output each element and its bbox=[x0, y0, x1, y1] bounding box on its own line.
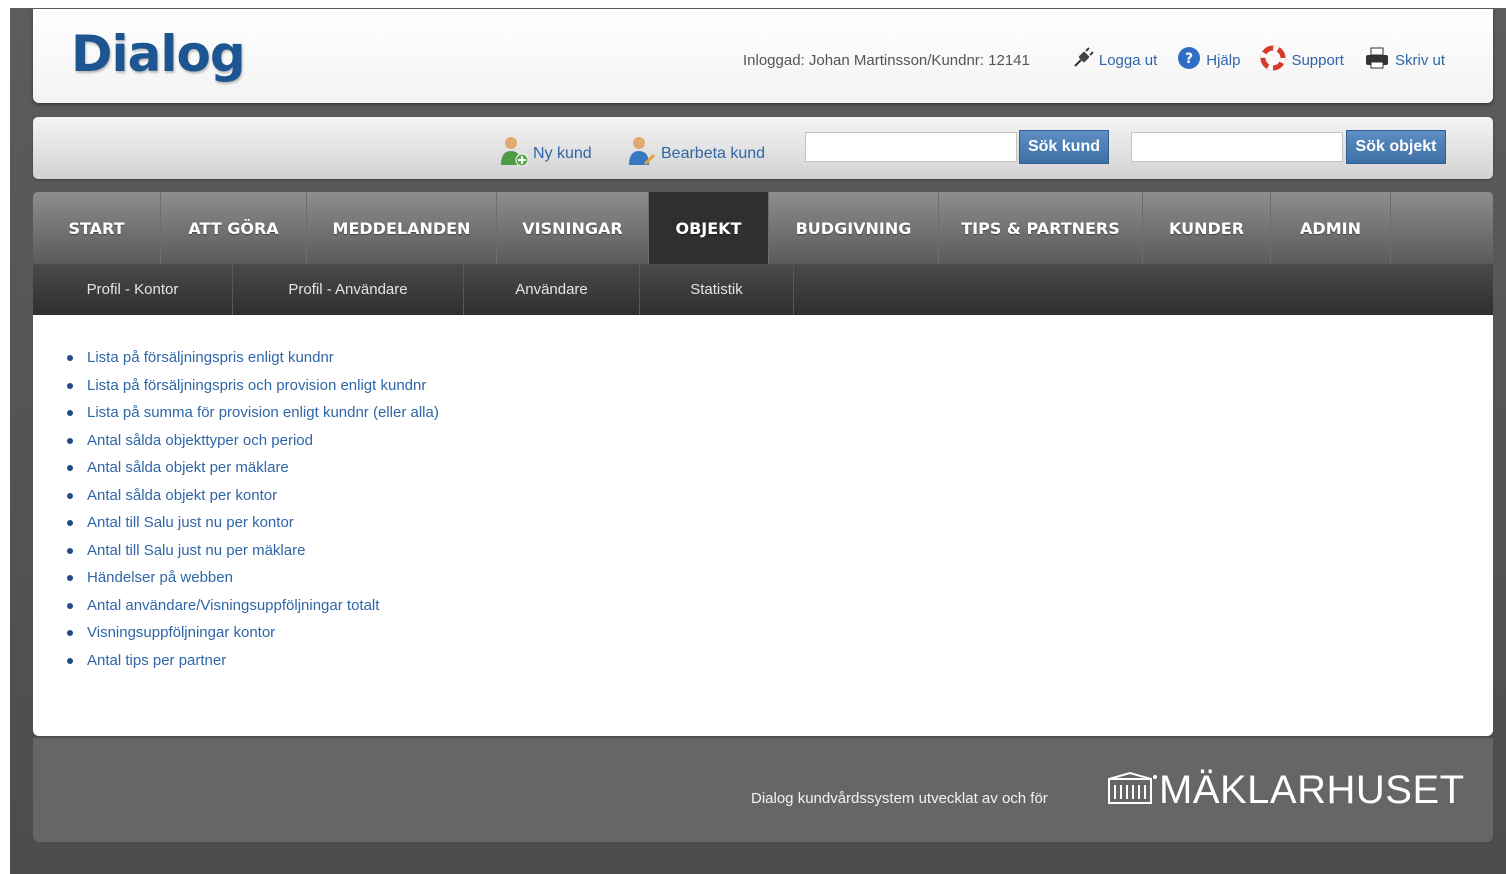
list-item[interactable]: Antal sålda objekt per mäklare bbox=[67, 459, 439, 487]
user-add-icon bbox=[499, 135, 533, 172]
subtab-profil-kontor[interactable]: Profil - Kontor bbox=[33, 264, 233, 315]
list-item[interactable]: Antal tips per partner bbox=[67, 652, 439, 680]
footer: Dialog kundvårdssystem utvecklat av och … bbox=[33, 738, 1493, 842]
printer-icon bbox=[1364, 47, 1395, 73]
customer-search-input[interactable] bbox=[805, 132, 1017, 162]
tab-objekt[interactable]: OBJEKT bbox=[649, 192, 769, 264]
list-item[interactable]: Antal till Salu just nu per kontor bbox=[67, 514, 439, 542]
header: Dialog Inloggad: Johan Martinsson/Kundnr… bbox=[33, 9, 1493, 103]
app-logo[interactable]: Dialog bbox=[71, 25, 246, 83]
brand-logo: MÄKLARHUSET bbox=[1107, 768, 1465, 813]
subtab-profil-anvandare[interactable]: Profil - Användare bbox=[233, 264, 464, 315]
logged-in-info: Inloggad: Johan Martinsson/Kundnr: 12141 bbox=[742, 51, 1030, 69]
object-search-button[interactable]: Sök objekt bbox=[1346, 130, 1446, 164]
help-label: Hjälp bbox=[1206, 51, 1241, 69]
lifebuoy-icon bbox=[1260, 45, 1291, 75]
list-item[interactable]: Lista på försäljningspris och provision … bbox=[67, 377, 439, 405]
plug-icon bbox=[1072, 47, 1099, 73]
tab-kunder[interactable]: KUNDER bbox=[1143, 192, 1271, 264]
support-link[interactable]: Support bbox=[1260, 45, 1344, 75]
object-search-input[interactable] bbox=[1131, 132, 1343, 162]
list-item[interactable]: Antal till Salu just nu per mäklare bbox=[67, 542, 439, 570]
tab-meddelanden[interactable]: MEDDELANDEN bbox=[307, 192, 497, 264]
list-item[interactable]: Händelser på webben bbox=[67, 569, 439, 597]
sub-nav: Profil - Kontor Profil - Användare Använ… bbox=[33, 264, 1493, 315]
new-customer-label: Ny kund bbox=[533, 144, 592, 162]
main-nav: START ATT GÖRA MEDDELANDEN VISNINGAR OBJ… bbox=[33, 192, 1493, 264]
tab-start[interactable]: START bbox=[33, 192, 161, 264]
building-icon bbox=[1107, 771, 1159, 810]
list-item[interactable]: Antal sålda objekttyper och period bbox=[67, 432, 439, 460]
tab-budgivning[interactable]: BUDGIVNING bbox=[769, 192, 939, 264]
brand-name: MÄKLARHUSET bbox=[1159, 768, 1465, 812]
help-icon: ? bbox=[1177, 46, 1206, 74]
print-link[interactable]: Skriv ut bbox=[1364, 47, 1445, 73]
list-item[interactable]: Visningsuppföljningar kontor bbox=[67, 624, 439, 652]
tab-att-gora[interactable]: ATT GÖRA bbox=[161, 192, 307, 264]
svg-text:?: ? bbox=[1185, 51, 1193, 67]
subtab-statistik[interactable]: Statistik bbox=[640, 264, 794, 315]
print-label: Skriv ut bbox=[1394, 51, 1445, 69]
subtab-anvandare[interactable]: Användare bbox=[464, 264, 640, 315]
tab-visningar[interactable]: VISNINGAR bbox=[497, 192, 649, 264]
list-item[interactable]: Lista på summa för provision enligt kund… bbox=[67, 404, 439, 432]
list-item[interactable]: Antal användare/Visningsuppföljningar to… bbox=[67, 597, 439, 625]
edit-customer-label: Bearbeta kund bbox=[661, 144, 766, 162]
logout-link[interactable]: Logga ut bbox=[1072, 47, 1157, 73]
tab-tips-partners[interactable]: TIPS & PARTNERS bbox=[939, 192, 1143, 264]
search-bar: Ny kund Bearbeta kund Sök kund Sök objek… bbox=[33, 117, 1493, 179]
help-link[interactable]: ? Hjälp bbox=[1177, 46, 1240, 74]
top-links: Inloggad: Johan Martinsson/Kundnr: 12141… bbox=[743, 45, 1445, 75]
logout-label: Logga ut bbox=[1098, 51, 1158, 69]
edit-customer-link[interactable]: Bearbeta kund bbox=[627, 135, 765, 172]
new-customer-link[interactable]: Ny kund bbox=[499, 135, 592, 172]
list-item[interactable]: Lista på försäljningspris enligt kundnr bbox=[67, 349, 439, 377]
user-edit-icon bbox=[627, 135, 661, 172]
list-item[interactable]: Antal sålda objekt per kontor bbox=[67, 487, 439, 515]
report-list: Lista på försäljningspris enligt kundnr … bbox=[67, 349, 439, 679]
tab-admin[interactable]: ADMIN bbox=[1271, 192, 1391, 264]
footer-text: Dialog kundvårdssystem utvecklat av och … bbox=[751, 790, 1048, 807]
customer-search-button[interactable]: Sök kund bbox=[1019, 130, 1109, 164]
support-label: Support bbox=[1291, 51, 1344, 69]
content-panel: Lista på försäljningspris enligt kundnr … bbox=[33, 315, 1493, 736]
